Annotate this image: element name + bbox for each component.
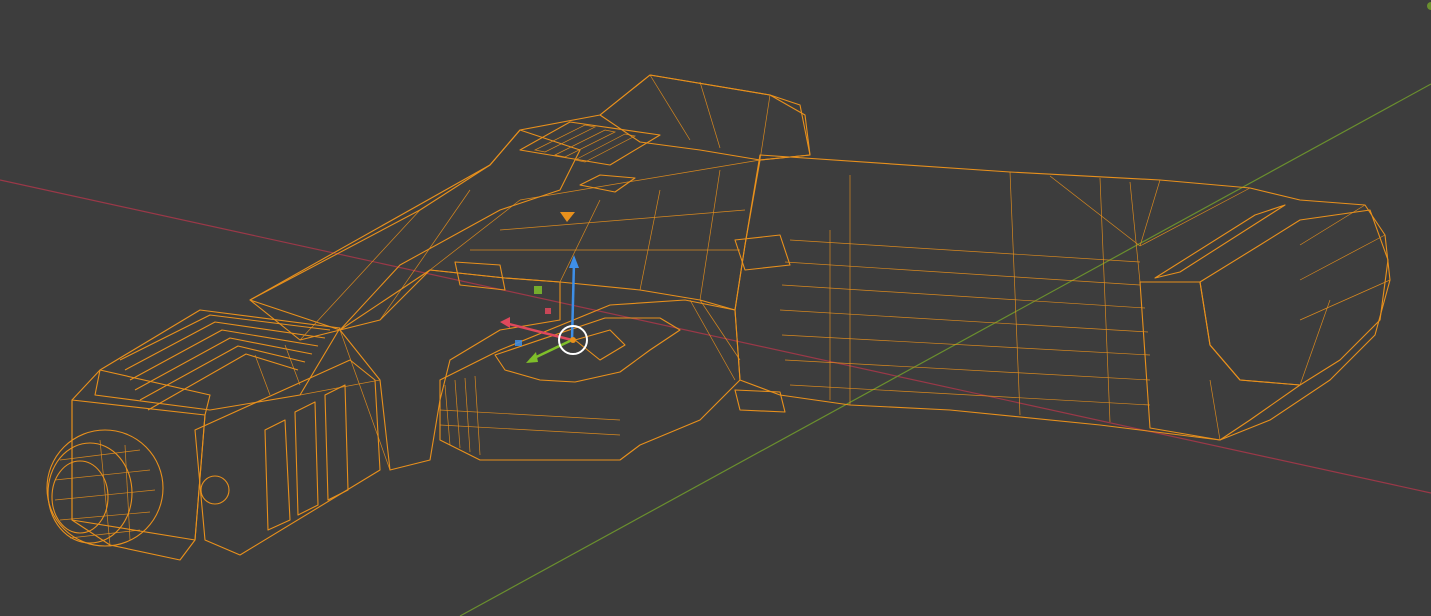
accessory-rail: [194, 359, 381, 556]
barrel-tip: [46, 429, 164, 547]
3d-viewport[interactable]: [0, 0, 1431, 616]
pistol-mesh[interactable]: [46, 74, 1391, 561]
slide-stop: [454, 261, 506, 291]
gizmo-xy-plane-icon[interactable]: [515, 340, 522, 346]
frame-body: [249, 74, 811, 341]
slide-top: [249, 129, 581, 331]
gizmo-xz-plane-icon[interactable]: [534, 286, 542, 294]
viewport-canvas[interactable]: [0, 0, 1431, 616]
transform-gizmo[interactable]: [500, 212, 588, 363]
gizmo-center-dot: [570, 337, 576, 343]
trigger-guard: [439, 299, 741, 461]
gizmo-y-arrow-icon[interactable]: [526, 352, 538, 363]
corner-indicator-icon: [1427, 2, 1431, 10]
trigger: [574, 329, 626, 361]
gizmo-x-arrow-icon[interactable]: [500, 317, 510, 328]
rail-slots: [264, 384, 349, 531]
muzzle-face: [71, 399, 206, 541]
dust-cover: [339, 269, 561, 471]
rear-sight-block: [599, 74, 811, 161]
takedown-lever: [734, 234, 791, 271]
gizmo-yz-plane-icon[interactable]: [545, 308, 551, 314]
origin-marker-icon: [560, 212, 575, 222]
rear-serrations: [519, 121, 661, 193]
frame-triangulation: [299, 74, 771, 471]
x-axis-line: [0, 179, 1431, 494]
mag-release: [734, 389, 786, 413]
front-serrations: [94, 309, 341, 411]
gizmo-z-arrow-icon[interactable]: [569, 255, 579, 268]
grip-body: [734, 154, 1391, 441]
grip-edge-loops: [779, 171, 1391, 441]
front-pin: [200, 475, 230, 505]
grip-backstrap: [1199, 209, 1389, 386]
